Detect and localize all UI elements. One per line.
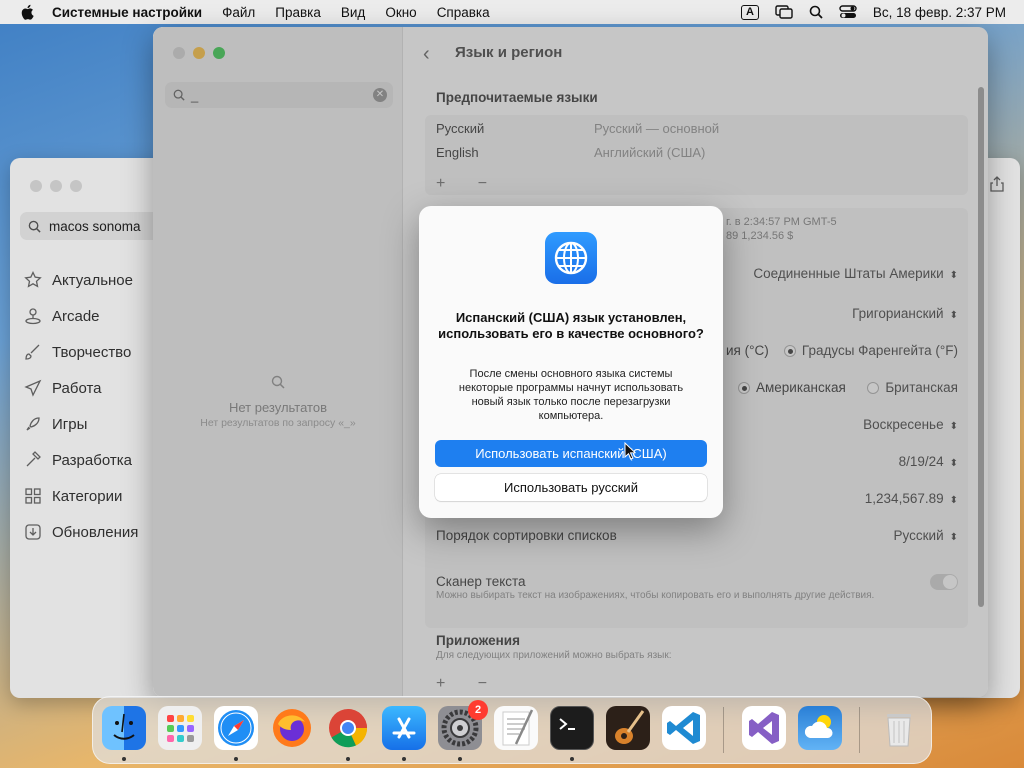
running-indicator	[234, 757, 238, 761]
weather-icon[interactable]	[798, 706, 842, 750]
menu-clock[interactable]: Вс, 18 февр. 2:37 PM	[873, 5, 1006, 20]
mouse-cursor-icon	[624, 442, 636, 460]
running-indicator	[570, 757, 574, 761]
garageband-icon[interactable]	[606, 706, 650, 750]
dock-separator	[723, 707, 724, 753]
dock-separator	[859, 707, 860, 753]
alert-title: Испанский (США) язык установлен, использ…	[438, 310, 704, 341]
firefox-icon[interactable]	[270, 706, 314, 750]
alert-message: После смены основного языка системы неко…	[458, 368, 684, 422]
menu-app-name[interactable]: Системные настройки	[52, 5, 202, 20]
textedit-icon[interactable]	[494, 706, 538, 750]
input-source-icon[interactable]: A	[740, 4, 759, 20]
vscode-icon[interactable]	[662, 706, 706, 750]
menu-edit[interactable]: Правка	[275, 5, 321, 20]
running-indicator	[346, 757, 350, 761]
app-store-icon[interactable]	[382, 706, 426, 750]
language-alert-dialog: Испанский (США) язык установлен, использ…	[419, 206, 723, 518]
control-center-icon[interactable]	[839, 5, 857, 19]
trash-icon[interactable]	[877, 706, 921, 750]
menu-view[interactable]: Вид	[341, 5, 365, 20]
system-settings-icon[interactable]: 2	[438, 700, 488, 750]
screen-mirroring-icon[interactable]	[775, 5, 793, 19]
globe-icon	[545, 232, 597, 284]
visual-studio-icon[interactable]	[742, 706, 786, 750]
launchpad-icon[interactable]	[158, 706, 202, 750]
notification-badge: 2	[468, 700, 488, 720]
menu-file[interactable]: Файл	[222, 5, 255, 20]
running-indicator	[122, 757, 126, 761]
running-indicator	[458, 757, 462, 761]
apple-menu-icon[interactable]	[16, 4, 38, 20]
menu-help[interactable]: Справка	[437, 5, 490, 20]
menu-window[interactable]: Окно	[385, 5, 416, 20]
dock: 2	[92, 696, 932, 764]
chrome-icon[interactable]	[326, 706, 370, 750]
terminal-icon[interactable]	[550, 706, 594, 750]
use-russian-button[interactable]: Использовать русский	[435, 474, 707, 501]
spotlight-icon[interactable]	[809, 5, 823, 19]
running-indicator	[402, 757, 406, 761]
use-spanish-button[interactable]: Использовать испанский (США)	[435, 440, 707, 467]
finder-icon[interactable]	[102, 706, 146, 750]
menu-bar: Системные настройки Файл Правка Вид Окно…	[0, 0, 1024, 24]
safari-icon[interactable]	[214, 706, 258, 750]
